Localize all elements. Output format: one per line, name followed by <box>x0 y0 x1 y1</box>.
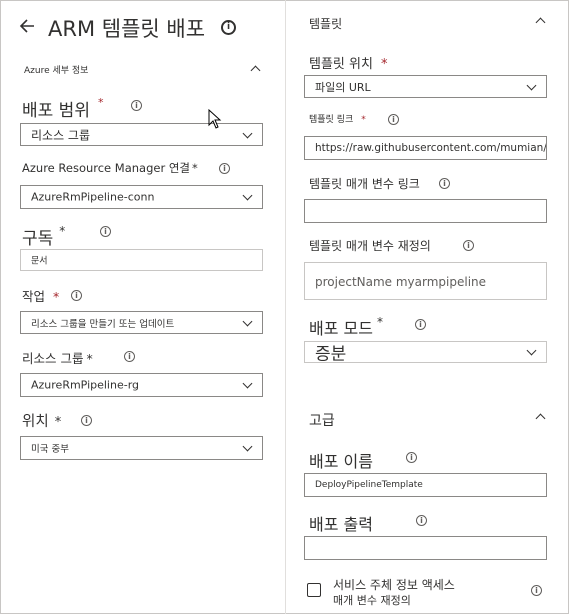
template-params-link-label: 템플릿 매개 변수 링크 <box>309 177 420 191</box>
template-link-info-icon[interactable]: i <box>388 114 399 125</box>
title-info-icon[interactable]: i <box>221 20 236 35</box>
override-params-input[interactable]: projectName myarmpipeline <box>304 262 547 300</box>
chevron-down-icon <box>242 316 253 327</box>
scope-label: 배포 범위 * <box>22 96 104 121</box>
scope-info-icon[interactable]: i <box>131 100 142 111</box>
template-location-select[interactable]: 파일의 URL <box>304 75 547 98</box>
subscription-info-icon[interactable]: i <box>100 226 111 237</box>
deployment-outputs-label: 배포 출력 <box>309 515 373 534</box>
subscription-select[interactable]: 문서 <box>20 249 263 271</box>
chevron-down-icon <box>242 378 253 389</box>
back-button[interactable] <box>18 16 38 36</box>
deployment-outputs-info-icon[interactable]: i <box>416 515 427 526</box>
template-params-link-input[interactable] <box>304 199 547 223</box>
chevron-down-icon <box>242 128 253 139</box>
connection-label: Azure Resource Manager 연결 * <box>22 161 198 175</box>
template-link-input[interactable]: https://raw.githubusercontent.com/mumian… <box>304 136 547 160</box>
mouse-cursor-icon <box>208 108 222 133</box>
deployment-mode-info-icon[interactable]: i <box>415 319 426 330</box>
page-title: ARM 템플릿 배포 <box>48 17 206 41</box>
resource-group-select[interactable]: AzureRmPipeline-rg <box>20 373 263 397</box>
column-divider <box>285 0 286 614</box>
chevron-down-icon <box>242 441 253 452</box>
connection-info-icon[interactable]: i <box>219 163 230 174</box>
deployment-name-input[interactable]: DeployPipelineTemplate <box>304 473 547 497</box>
resource-group-info-icon[interactable]: i <box>124 351 135 362</box>
service-principal-label-line2: 매개 변수 재정의 <box>333 594 411 607</box>
service-principal-checkbox[interactable] <box>307 583 321 597</box>
service-principal-info-icon[interactable]: i <box>531 585 542 596</box>
template-link-label: 템플릿 링크 * <box>309 115 366 125</box>
resource-group-label: 리소스 그룹 * <box>22 351 93 366</box>
location-select[interactable]: 미국 중부 <box>20 436 263 460</box>
override-params-label: 템플릿 매개 변수 재정의 <box>309 239 431 253</box>
service-principal-label-line1: 서비스 주체 정보 액세스 <box>333 578 455 592</box>
action-info-icon[interactable]: i <box>71 290 82 301</box>
deployment-name-label: 배포 이름 <box>309 452 373 471</box>
deployment-outputs-input[interactable] <box>304 536 547 560</box>
scope-select[interactable]: 리소스 그룹 <box>20 123 263 146</box>
template-params-link-info-icon[interactable]: i <box>439 178 450 189</box>
connection-select[interactable]: AzureRmPipeline-conn <box>20 185 263 209</box>
advanced-heading: 고급 <box>309 413 335 429</box>
back-arrow-icon <box>19 19 34 33</box>
action-select[interactable]: 리소스 그룹을 만들기 또는 업데이트 <box>20 311 263 334</box>
template-heading: 템플릿 <box>309 17 343 31</box>
template-location-label: 템플릿 위치 * <box>309 57 388 72</box>
chevron-down-icon <box>526 80 537 91</box>
chevron-down-icon <box>242 190 253 201</box>
location-label: 위치 * <box>22 414 62 430</box>
subscription-label: 구독 * <box>22 224 66 249</box>
chevron-down-icon <box>526 345 537 356</box>
location-info-icon[interactable]: i <box>81 415 92 426</box>
deployment-name-info-icon[interactable]: i <box>406 452 417 463</box>
deployment-mode-label: 배포 모드 * <box>309 315 383 338</box>
deployment-mode-select[interactable]: 증분 <box>304 341 547 363</box>
override-params-info-icon[interactable]: i <box>463 240 474 251</box>
azure-details-heading: Azure 세부 정보 <box>24 66 89 76</box>
action-label: 작업 * <box>22 289 60 304</box>
